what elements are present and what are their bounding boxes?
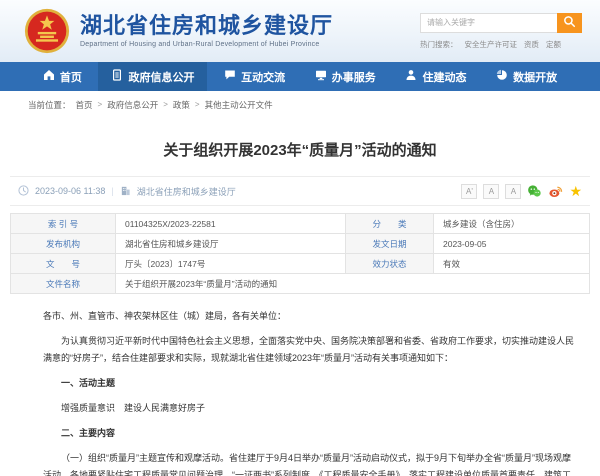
breadcrumb-label: 当前位置： (28, 99, 71, 111)
info-label-doc-title: 文件名称 (11, 274, 116, 294)
hot-search-link[interactable]: 定额 (546, 39, 561, 50)
content-paragraph: （一）组织“质量月”主题宣传和观摩活动。省住建厅于9月4日举办“质量月”活动启动… (43, 450, 578, 476)
document-icon (111, 69, 123, 84)
meta-divider: | (111, 186, 113, 196)
nav-label: 政府信息公开 (128, 69, 194, 85)
nav-item-open-data[interactable]: 数据开放 (483, 62, 570, 91)
clock-icon (18, 185, 29, 198)
section-heading-content: 二、主要内容 (43, 425, 578, 442)
breadcrumb-item-policy[interactable]: 政策 (173, 99, 190, 111)
breadcrumb: 当前位置： 首页 > 政府信息公开 > 政策 > 其他主动公开文件 (0, 91, 600, 118)
publish-source: 湖北省住房和城乡建设厅 (137, 185, 236, 198)
breadcrumb-separator: > (195, 100, 200, 109)
search-button[interactable] (557, 13, 582, 33)
nav-label: 数据开放 (513, 69, 557, 85)
favorite-star-icon[interactable]: ★ (569, 184, 582, 198)
font-size-large-button[interactable]: A' (461, 184, 477, 199)
pie-chart-icon (496, 69, 508, 84)
table-row: 文件名称 关于组织开展2023年“质量月”活动的通知 (11, 274, 590, 294)
monitor-icon (315, 69, 327, 84)
hot-search-link[interactable]: 资质 (524, 39, 539, 50)
info-value-agency: 湖北省住房和城乡建设厅 (116, 234, 346, 254)
nav-label: 首页 (60, 69, 82, 85)
info-label-issue-date: 发文日期 (346, 234, 434, 254)
main-nav: 首页 政府信息公开 互动交流 办事服务 住建动态 数据开放 (0, 62, 600, 91)
home-icon (43, 69, 55, 84)
info-value-issue-date: 2023-09-05 (434, 234, 590, 254)
breadcrumb-separator: > (163, 100, 168, 109)
weibo-icon[interactable] (548, 184, 563, 199)
salutation-paragraph: 各市、州、直管市、神农架林区住（城）建局，各有关单位： (43, 308, 578, 325)
article-meta-bar: 2023-09-06 11:38 | 湖北省住房和城乡建设厅 A' A A ★ (10, 176, 590, 206)
nav-item-gov-info[interactable]: 政府信息公开 (98, 62, 207, 91)
info-value-category: 城乡建设（含住房） (434, 214, 590, 234)
info-label-validity: 效力状态 (346, 254, 434, 274)
theme-paragraph: 增强质量意识 建设人民满意好房子 (43, 400, 578, 417)
table-row: 发布机构 湖北省住房和城乡建设厅 发文日期 2023-09-05 (11, 234, 590, 254)
font-size-medium-button[interactable]: A (483, 184, 499, 199)
hot-search-label: 热门搜索： (420, 39, 458, 50)
search-input[interactable] (420, 13, 557, 33)
chat-icon (224, 69, 236, 84)
table-row: 索 引 号 01104325X/2023-22581 分 类 城乡建设（含住房） (11, 214, 590, 234)
font-size-small-button[interactable]: A (505, 184, 521, 199)
info-label-category: 分 类 (346, 214, 434, 234)
wechat-icon[interactable] (527, 184, 542, 199)
info-value-doc-number: 厅头〔2023〕1747号 (116, 254, 346, 274)
search-icon (563, 15, 576, 31)
nav-label: 互动交流 (241, 69, 285, 85)
table-row: 文 号 厅头〔2023〕1747号 效力状态 有效 (11, 254, 590, 274)
info-label-agency: 发布机构 (11, 234, 116, 254)
site-header: 湖北省住房和城乡建设厅 Department of Housing and Ur… (0, 0, 600, 62)
info-value-validity: 有效 (434, 254, 590, 274)
nav-item-services[interactable]: 办事服务 (302, 62, 389, 91)
site-title-english: Department of Housing and Urban-Rural De… (80, 41, 333, 48)
info-value-index: 01104325X/2023-22581 (116, 214, 346, 234)
publish-datetime: 2023-09-06 11:38 (35, 186, 105, 196)
document-info-table: 索 引 号 01104325X/2023-22581 分 类 城乡建设（含住房）… (10, 213, 590, 294)
nav-label: 住建动态 (422, 69, 466, 85)
breadcrumb-item-other-docs[interactable]: 其他主动公开文件 (205, 99, 273, 111)
section-heading-theme: 一、活动主题 (43, 375, 578, 392)
hot-search-link[interactable]: 安全生产许可证 (465, 39, 518, 50)
info-label-doc-number: 文 号 (11, 254, 116, 274)
breadcrumb-separator: > (98, 100, 103, 109)
national-emblem-logo (24, 8, 70, 54)
info-value-doc-title: 关于组织开展2023年“质量月”活动的通知 (116, 274, 590, 294)
nav-label: 办事服务 (332, 69, 376, 85)
breadcrumb-item-home[interactable]: 首页 (76, 99, 93, 111)
nav-item-news[interactable]: 住建动态 (392, 62, 479, 91)
building-icon (120, 185, 131, 198)
person-icon (405, 69, 417, 84)
breadcrumb-item-gov-info[interactable]: 政府信息公开 (107, 99, 158, 111)
nav-item-home[interactable]: 首页 (30, 62, 95, 91)
site-title: 湖北省住房和城乡建设厅 (80, 14, 333, 38)
article-body: 各市、州、直管市、神农架林区住（城）建局，各有关单位： 为认真贯彻习近平新时代中… (0, 294, 600, 476)
nav-item-interaction[interactable]: 互动交流 (211, 62, 298, 91)
intro-paragraph: 为认真贯彻习近平新时代中国特色社会主义思想，全面落实党中央、国务院决策部署和省委… (43, 333, 578, 367)
page-title: 关于组织开展2023年“质量月”活动的通知 (10, 139, 590, 160)
info-label-index: 索 引 号 (11, 214, 116, 234)
